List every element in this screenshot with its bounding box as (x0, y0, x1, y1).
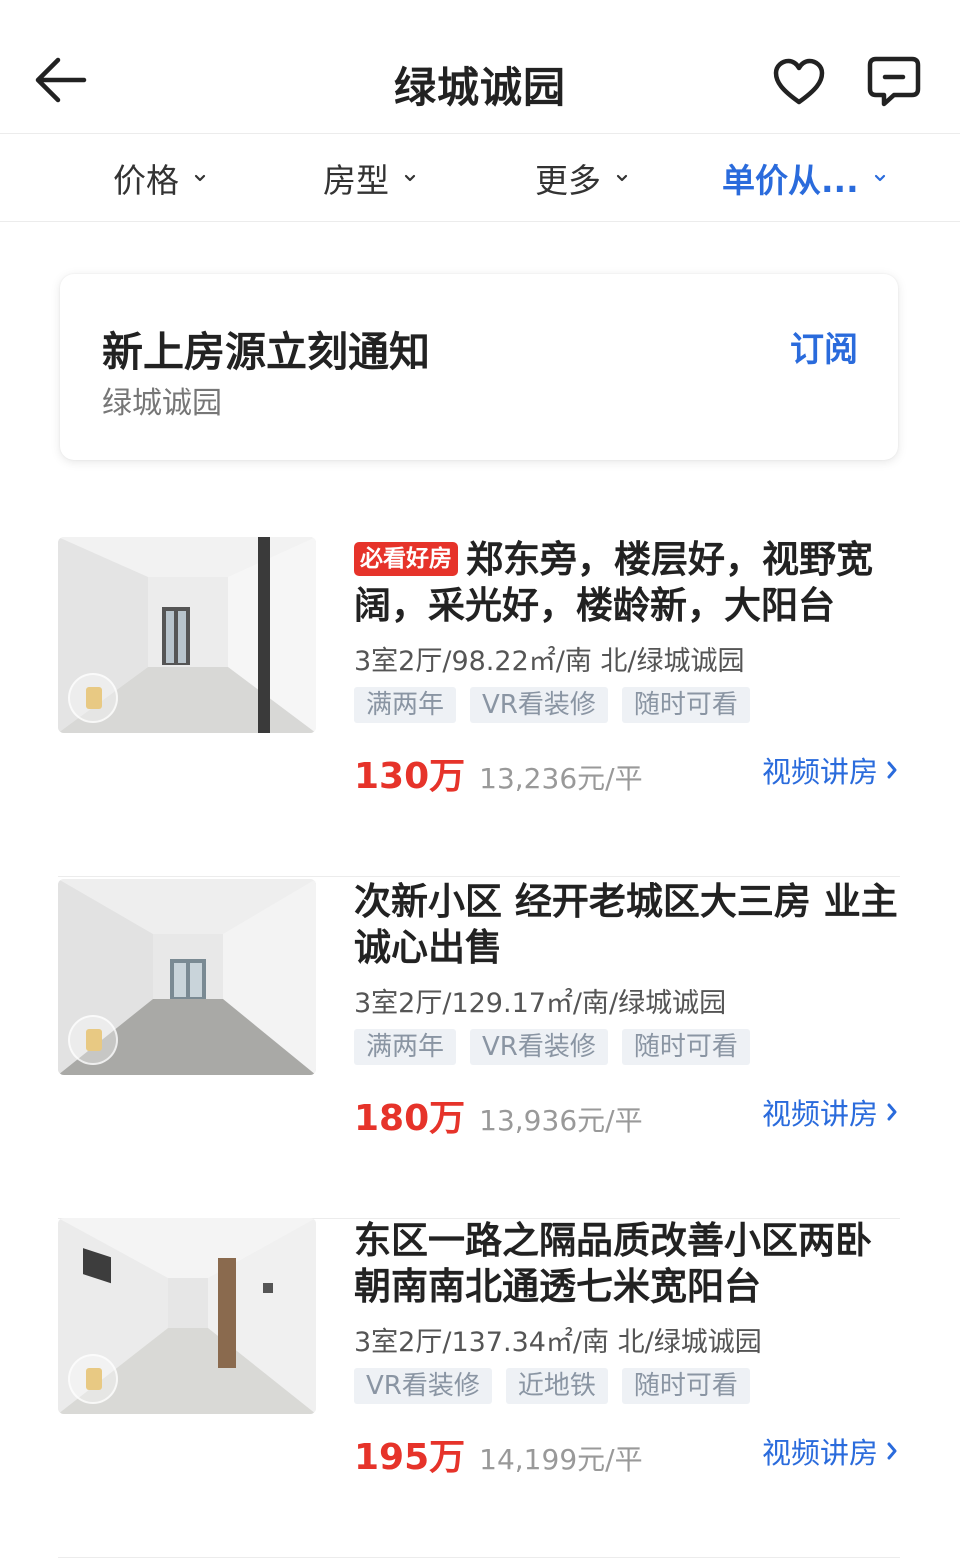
listing-title: 必看好房 郑东旁，楼层好，视野宽阔，采光好，楼龄新，大阳台 (354, 537, 902, 629)
subscribe-title: 新上房源立刻通知 (102, 328, 430, 376)
listing-tag: 满两年 (354, 1029, 457, 1065)
vr-icon (68, 673, 118, 723)
subscribe-button[interactable]: 订阅 (790, 322, 858, 371)
listing-photo (58, 879, 316, 1075)
total-price: 195万 (354, 1437, 466, 1478)
listing-photo (58, 1218, 316, 1414)
featured-badge: 必看好房 (354, 542, 458, 576)
chevron-right-icon (887, 761, 897, 779)
favorite-button[interactable] (772, 56, 826, 108)
filter-label: 单价从... (722, 161, 859, 200)
listing-tag: VR看装修 (354, 1368, 492, 1404)
header: 绿城诚园 (0, 0, 960, 134)
filter-more[interactable]: 更多 (535, 156, 629, 200)
video-tour-link[interactable]: 视频讲房 (762, 1091, 898, 1133)
filter-layout[interactable]: 房型 (323, 156, 417, 200)
listing-tag: 近地铁 (505, 1368, 608, 1404)
chevron-down-icon (194, 174, 206, 182)
chevron-down-icon (404, 174, 416, 182)
listing-tag: 随时可看 (621, 1029, 750, 1065)
listing-tags: 满两年 VR看装修 随时可看 (354, 1029, 764, 1065)
chevron-right-icon (887, 1103, 897, 1121)
listing-tag: 满两年 (354, 687, 457, 723)
unit-price: 13,936元/平 (479, 1104, 643, 1137)
listing-tags: VR看装修 近地铁 随时可看 (354, 1368, 764, 1404)
video-tour-label: 视频讲房 (761, 1097, 878, 1131)
chevron-right-icon (887, 1442, 897, 1460)
listing-tags: 满两年 VR看装修 随时可看 (354, 687, 764, 723)
unit-price: 13,236元/平 (479, 762, 643, 795)
listing-info: 3室2厅/137.34㎡/南 北/绿城诚园 (354, 1327, 762, 1358)
filter-sort[interactable]: 单价从... (722, 156, 887, 200)
vr-icon (68, 1015, 118, 1065)
listing-tag: 随时可看 (621, 687, 750, 723)
subscribe-card: 新上房源立刻通知 绿城诚园 订阅 (60, 274, 898, 460)
unit-price: 14,199元/平 (479, 1443, 643, 1476)
heart-icon (773, 58, 825, 105)
listing-tag: VR看装修 (470, 1029, 608, 1065)
chevron-down-icon (874, 174, 885, 182)
filter-label: 更多 (535, 161, 601, 200)
filter-bar: 价格 房型 更多 单价从... (0, 134, 960, 222)
listing-photo (58, 537, 316, 733)
price-row: 195万 14,199元/平 (354, 1428, 643, 1478)
filter-label: 房型 (323, 161, 389, 200)
listing-info: 3室2厅/98.22㎡/南 北/绿城诚园 (354, 646, 745, 677)
listing-title: 次新小区 经开老城区大三房 业主诚心出售 (354, 880, 898, 969)
subscribe-subtitle: 绿城诚园 (102, 386, 222, 421)
video-tour-label: 视频讲房 (761, 755, 878, 789)
chevron-down-icon (616, 174, 628, 182)
listing-tag: VR看装修 (470, 687, 608, 723)
price-row: 130万 13,236元/平 (354, 747, 643, 797)
video-tour-link[interactable]: 视频讲房 (762, 749, 898, 791)
listing-tag: 随时可看 (621, 1368, 750, 1404)
listing-item[interactable]: 必看好房 郑东旁，楼层好，视野宽阔，采光好，楼龄新，大阳台 3室2厅/98.22㎡… (58, 537, 900, 877)
listing-item[interactable]: 次新小区 经开老城区大三房 业主诚心出售 3室2厅/129.17㎡/南/绿城诚园… (58, 879, 900, 1219)
vr-icon (68, 1354, 118, 1404)
total-price: 130万 (354, 756, 466, 797)
price-row: 180万 13,936元/平 (354, 1089, 643, 1139)
filter-label: 价格 (113, 161, 179, 200)
total-price: 180万 (354, 1098, 466, 1139)
filter-price[interactable]: 价格 (113, 156, 207, 200)
listing-title: 东区一路之隔品质改善小区两卧朝南南北通透七米宽阳台 (354, 1219, 872, 1308)
listing-info: 3室2厅/129.17㎡/南/绿城诚园 (354, 988, 727, 1019)
video-tour-label: 视频讲房 (761, 1436, 878, 1470)
chat-icon (867, 56, 921, 107)
video-tour-link[interactable]: 视频讲房 (762, 1430, 898, 1472)
listing-item[interactable]: 东区一路之隔品质改善小区两卧朝南南北通透七米宽阳台 3室2厅/137.34㎡/南… (58, 1218, 900, 1558)
message-button[interactable] (866, 54, 922, 110)
